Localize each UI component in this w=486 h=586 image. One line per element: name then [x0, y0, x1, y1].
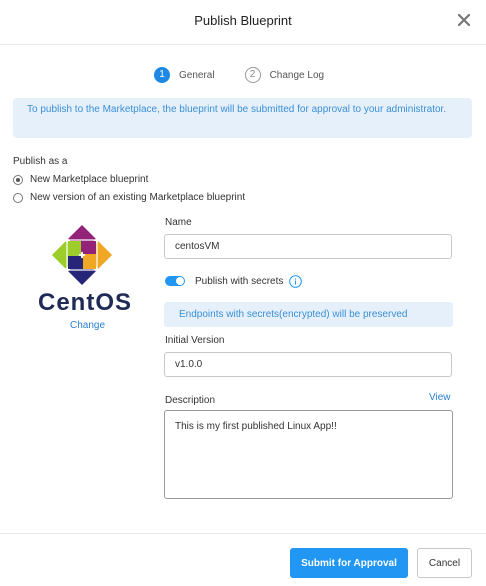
dialog-footer — [0, 533, 486, 586]
radio-button[interactable] — [13, 192, 23, 203]
radio-new-blueprint[interactable]: New Marketplace blueprint — [13, 174, 148, 185]
description-label: Description — [165, 395, 216, 406]
secrets-note: Endpoints with secrets(encrypted) will b… — [164, 302, 453, 327]
stepper: 1 General 2 Change Log — [154, 67, 354, 83]
radio-button[interactable] — [13, 174, 23, 185]
toggle-label: Publish with secrets — [195, 275, 284, 287]
dialog-title: Publish Blueprint — [194, 13, 292, 28]
dialog-header: Publish Blueprint — [0, 0, 486, 45]
name-input[interactable]: centosVM — [164, 234, 452, 259]
secrets-toggle-row: Publish with secrets — [165, 275, 303, 288]
step-label: Change Log — [269, 69, 325, 81]
radio-label: New version of an existing Marketplace b… — [30, 192, 246, 203]
view-link[interactable]: View — [429, 392, 451, 403]
publish-secrets-toggle[interactable] — [165, 276, 185, 286]
step-general[interactable]: 1 General — [154, 67, 215, 83]
name-label: Name — [165, 217, 192, 228]
radio-new-version[interactable]: New version of an existing Marketplace b… — [13, 192, 245, 203]
step-number: 1 — [154, 67, 170, 83]
centos-logo-icon — [47, 222, 117, 293]
info-icon[interactable] — [289, 275, 303, 288]
description-textarea[interactable]: This is my first published Linux App!! — [164, 410, 453, 499]
version-input[interactable]: v1.0.0 — [164, 352, 452, 377]
info-banner: To publish to the Marketplace, the bluep… — [13, 98, 472, 138]
step-number: 2 — [244, 67, 261, 83]
radio-label: New Marketplace blueprint — [30, 174, 149, 185]
close-icon[interactable] — [456, 12, 472, 28]
cancel-button[interactable]: Cancel — [417, 548, 472, 578]
change-logo-link[interactable]: Change — [70, 320, 105, 331]
step-change-log[interactable]: 2 Change Log — [244, 67, 325, 83]
publish-as-label: Publish as a — [13, 156, 68, 167]
version-label: Initial Version — [165, 335, 225, 346]
step-label: General — [179, 69, 215, 81]
submit-approval-button[interactable]: Submit for Approval — [290, 548, 408, 578]
centos-wordmark: CentOS — [38, 289, 133, 316]
